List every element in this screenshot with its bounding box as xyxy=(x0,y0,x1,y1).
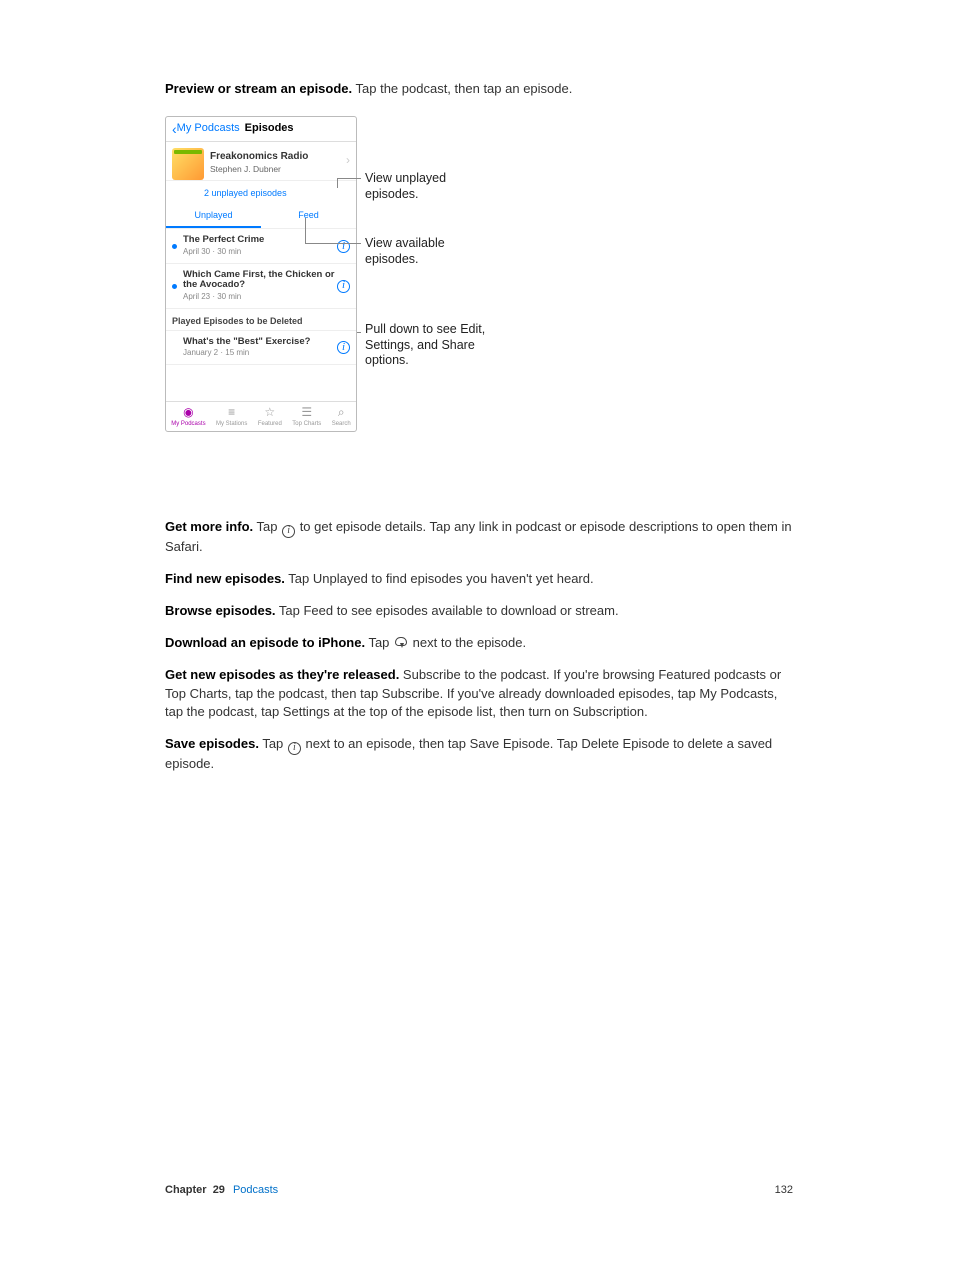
podcast-author: Stephen J. Dubner xyxy=(210,164,350,176)
episode-title: What's the "Best" Exercise? xyxy=(183,337,337,347)
episode-row[interactable]: Which Came First, the Chicken or the Avo… xyxy=(166,264,356,309)
page-number: 132 xyxy=(775,1184,793,1196)
callout-available: View available episodes. xyxy=(365,236,475,267)
para-get-new: Get new episodes as they're released. Su… xyxy=(165,666,793,721)
phone-frame: ‹ My Podcasts Episodes Freakonomics Radi… xyxy=(165,116,357,431)
unplayed-dot-icon xyxy=(172,345,177,350)
nav-title: Episodes xyxy=(245,121,294,136)
callout-unplayed: View unplayed episodes. xyxy=(365,171,475,202)
episode-title: Which Came First, the Chicken or the Avo… xyxy=(183,270,337,291)
page-footer: Chapter 29 Podcasts 132 xyxy=(165,1184,793,1196)
section-header: Played Episodes to be Deleted xyxy=(166,309,356,331)
callout-leader xyxy=(305,218,306,243)
list-icon: ☰ xyxy=(300,405,314,419)
stations-icon: ≡ xyxy=(225,405,239,419)
episode-meta: January 2 · 15 min xyxy=(183,347,337,358)
para-save: Save episodes. Tap i next to an episode,… xyxy=(165,735,793,773)
callout-leader xyxy=(337,178,361,179)
info-icon[interactable]: i xyxy=(337,240,350,253)
back-label[interactable]: My Podcasts xyxy=(177,121,240,136)
seg-unplayed[interactable]: Unplayed xyxy=(166,204,261,229)
podcast-header[interactable]: Freakonomics Radio Stephen J. Dubner › xyxy=(166,142,356,181)
callout-leader xyxy=(305,243,361,244)
info-icon: i xyxy=(288,742,301,755)
info-icon[interactable]: i xyxy=(337,341,350,354)
para-find-new: Find new episodes. Tap Unplayed to find … xyxy=(165,570,793,588)
tab-search[interactable]: ⌕Search xyxy=(332,405,351,428)
callout-pulldown: Pull down to see Edit, Settings, and Sha… xyxy=(365,322,505,369)
tab-my-stations[interactable]: ≡My Stations xyxy=(216,405,247,428)
phone-navbar: ‹ My Podcasts Episodes xyxy=(166,117,356,142)
unplayed-dot-icon xyxy=(172,244,177,249)
podcast-icon: ◉ xyxy=(181,405,195,419)
tab-featured[interactable]: ☆Featured xyxy=(258,405,282,428)
callout-leader xyxy=(337,178,338,188)
para-get-more-info: Get more info. Tap i to get episode deta… xyxy=(165,518,793,556)
unplayed-summary[interactable]: 2 unplayed episodes xyxy=(166,181,356,204)
tab-top-charts[interactable]: ☰Top Charts xyxy=(292,405,321,428)
info-icon[interactable]: i xyxy=(337,280,350,293)
tab-my-podcasts[interactable]: ◉My Podcasts xyxy=(171,405,205,428)
segmented-control[interactable]: Unplayed Feed xyxy=(166,204,356,230)
podcast-title: Freakonomics Radio xyxy=(210,150,350,164)
episode-title: The Perfect Crime xyxy=(183,235,337,245)
para-download: Download an episode to iPhone. Tap next … xyxy=(165,634,793,652)
callout-leader xyxy=(357,332,361,333)
tab-bar: ◉My Podcasts ≡My Stations ☆Featured ☰Top… xyxy=(166,401,356,430)
chapter-label: Chapter 29 xyxy=(165,1184,225,1196)
search-icon: ⌕ xyxy=(334,405,348,419)
intro-paragraph: Preview or stream an episode. Tap the po… xyxy=(165,80,793,98)
episode-meta: April 23 · 30 min xyxy=(183,291,337,302)
episode-row[interactable]: The Perfect Crime April 30 · 30 min i xyxy=(166,229,356,264)
episodes-figure: ‹ My Podcasts Episodes Freakonomics Radi… xyxy=(165,112,793,498)
cloud-download-icon xyxy=(394,637,408,649)
seg-feed[interactable]: Feed xyxy=(261,204,356,229)
episode-meta: April 30 · 30 min xyxy=(183,246,337,257)
episode-row[interactable]: What's the "Best" Exercise? January 2 · … xyxy=(166,331,356,366)
star-icon: ☆ xyxy=(263,405,277,419)
unplayed-dot-icon xyxy=(172,284,177,289)
para-browse: Browse episodes. Tap Feed to see episode… xyxy=(165,602,793,620)
intro-heading: Preview or stream an episode. xyxy=(165,81,352,96)
chevron-right-icon: › xyxy=(346,152,350,169)
podcast-artwork xyxy=(172,148,204,180)
chapter-title: Podcasts xyxy=(233,1184,278,1196)
intro-rest: Tap the podcast, then tap an episode. xyxy=(352,81,572,96)
info-icon: i xyxy=(282,525,295,538)
